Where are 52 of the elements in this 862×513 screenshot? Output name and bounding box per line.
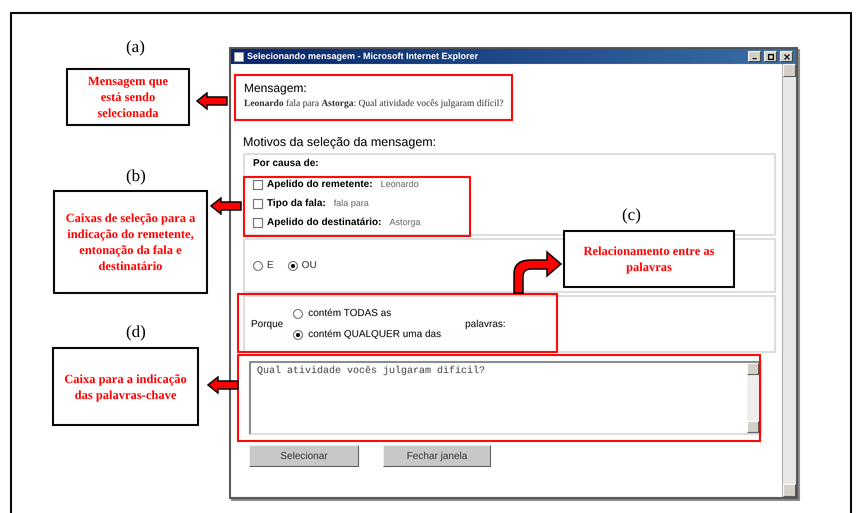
group-label: Por causa de: — [253, 157, 320, 170]
radio-button[interactable] — [293, 330, 304, 340]
callout-box: Relacionamento entre as palavras — [563, 230, 735, 288]
field-value: Leonardo — [380, 178, 419, 191]
curved-arrow-icon — [511, 250, 563, 294]
maximize-button[interactable] — [764, 51, 777, 62]
radio-label: OU — [302, 259, 317, 273]
maximize-icon — [766, 52, 774, 60]
scrollbar[interactable] — [747, 363, 760, 433]
close-icon — [782, 52, 790, 60]
minimize-button[interactable] — [748, 51, 761, 62]
checkbox-label: Tipo da fala: — [267, 197, 326, 211]
radio-button[interactable] — [288, 260, 298, 270]
callout-box: Caixa para a indicação das palavras-chave — [52, 347, 199, 426]
form-label: palavras: — [465, 318, 506, 332]
checkbox[interactable] — [253, 198, 263, 208]
scroll-down-button[interactable] — [747, 421, 759, 433]
scroll-down-button[interactable] — [783, 484, 796, 497]
scroll-up-button[interactable] — [747, 363, 759, 375]
checkbox-label: Apelido do destinatário: — [267, 216, 382, 230]
callout-box: Caixas de seleção para a indicação do remetente, entonação da fala e destinatário — [53, 190, 208, 294]
scroll-up-button[interactable] — [783, 64, 796, 77]
window-title: Selecionando mensagem - Microsoft Internet Explorer — [247, 52, 480, 61]
message-text: Leonardo fala para Astorga: Qual atividade vocês julgaram difícil? — [244, 98, 505, 111]
section-heading: Motivos da seleção da mensagem: — [243, 134, 438, 150]
callout-label: (d) — [126, 323, 146, 340]
scrollbar[interactable] — [782, 64, 796, 497]
keywords-field[interactable]: Qual atividade vocês julgaram difícil? — [249, 361, 762, 435]
checkbox[interactable] — [253, 218, 263, 228]
checkbox-label: Apelido do remetente: — [267, 178, 373, 192]
radio-button[interactable] — [253, 260, 263, 270]
field-text: Qual atividade vocês julgaram difícil? — [257, 365, 486, 378]
arrow-icon — [210, 197, 242, 215]
close-button[interactable] — [780, 51, 793, 62]
radio-label: contém QUALQUER uma das — [308, 328, 442, 342]
radio-button[interactable] — [293, 308, 304, 318]
callout-label: (a) — [126, 38, 145, 55]
form-label: Porque — [251, 318, 284, 332]
checkbox[interactable] — [253, 180, 263, 190]
callout-box: Mensagem que está sendo selecionada — [66, 68, 190, 126]
radio-label: contém TODAS as — [308, 307, 392, 321]
form-button[interactable]: Fechar janela — [383, 445, 491, 467]
arrow-icon — [196, 92, 228, 110]
callout-label: (b) — [126, 167, 146, 184]
message-heading: Mensagem: — [244, 80, 308, 96]
form-button[interactable]: Selecionar — [249, 445, 359, 467]
page-icon — [234, 52, 244, 62]
field-value: fala para — [334, 196, 369, 210]
callout-label: (c) — [622, 206, 641, 223]
field-value: Astorga — [389, 216, 420, 229]
radio-label: E — [267, 259, 274, 273]
arrow-icon — [207, 376, 239, 394]
